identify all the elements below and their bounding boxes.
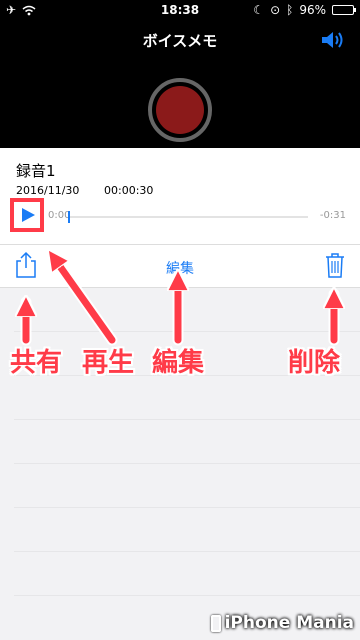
phone-icon xyxy=(210,614,221,632)
watermark-text: iPhone Mania xyxy=(224,613,354,633)
toolbar: 編集 xyxy=(0,244,360,288)
row-divider xyxy=(14,507,360,508)
recording-date: 2016/11/30 xyxy=(16,184,80,197)
trash-icon[interactable] xyxy=(324,251,346,279)
row-divider xyxy=(14,419,360,420)
bluetooth-icon: ᛒ xyxy=(286,3,294,17)
play-annotation: 再生 xyxy=(82,348,135,378)
row-divider xyxy=(14,551,360,552)
header: ボイスメモ xyxy=(0,20,360,148)
battery-percent: 96% xyxy=(299,3,326,17)
edit-button[interactable]: 編集 xyxy=(0,258,360,278)
recording-item[interactable]: 録音1 2016/11/30 00:00:30 0:00 -0:31 xyxy=(0,148,360,244)
edit-annotation: 編集 xyxy=(152,348,205,378)
share-annotation: 共有 xyxy=(10,348,63,378)
play-button[interactable] xyxy=(10,198,44,232)
time-remaining: -0:31 xyxy=(319,210,346,221)
scrubber-thumb[interactable] xyxy=(68,211,70,223)
recording-name: 録音1 xyxy=(16,162,56,180)
delete-annotation: 削除 xyxy=(288,348,341,378)
playback-scrubber[interactable] xyxy=(68,211,308,223)
record-icon xyxy=(156,86,204,134)
empty-list xyxy=(0,288,360,640)
watermark: iPhone Mania xyxy=(210,612,354,634)
row-divider xyxy=(14,463,360,464)
play-icon xyxy=(22,208,35,222)
status-right: ☾ ⊙ ᛒ 96% xyxy=(253,3,356,17)
status-bar: ✈ 18:38 ☾ ⊙ ᛒ 96% xyxy=(0,0,360,20)
speaker-icon[interactable] xyxy=(320,30,346,50)
record-button[interactable] xyxy=(148,78,212,142)
moon-icon: ☾ xyxy=(253,3,265,17)
page-title: ボイスメモ xyxy=(142,32,218,50)
recording-duration: 00:00:30 xyxy=(104,184,154,197)
row-divider xyxy=(14,595,360,596)
battery-icon xyxy=(332,5,356,15)
rotation-lock-icon: ⊙ xyxy=(270,3,281,17)
row-divider xyxy=(14,331,360,332)
